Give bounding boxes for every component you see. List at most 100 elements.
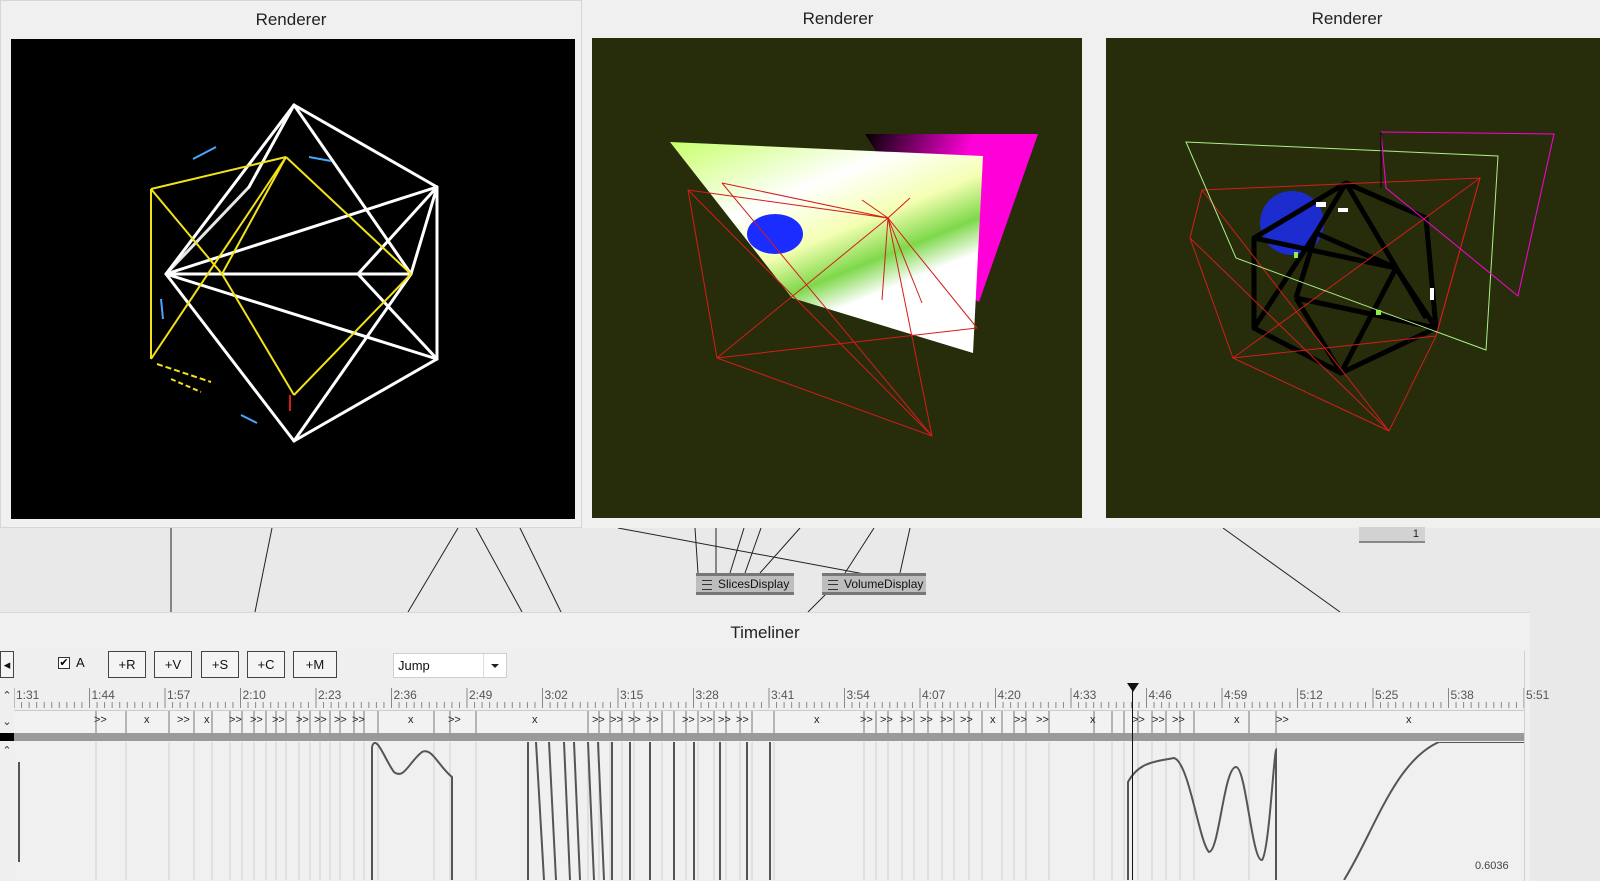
add-ruler-button[interactable]: +R (108, 651, 146, 678)
keyframe-marker[interactable]: >> (1152, 714, 1165, 726)
ruler-label: 2:10 (242, 688, 266, 702)
keyframe-marker[interactable]: >> (718, 714, 731, 726)
iobox-value[interactable]: 1 (1359, 527, 1425, 543)
keyframe-marker[interactable]: >> (592, 714, 605, 726)
ruler-label: 5:25 (1375, 688, 1399, 702)
ruler-ticks (14, 688, 1524, 708)
ruler-label: 4:33 (1073, 688, 1097, 702)
renderer-viewport-1[interactable] (11, 39, 575, 519)
ruler-label: 3:15 (620, 688, 644, 702)
keyframe-marker[interactable]: >> (960, 714, 973, 726)
keyframe-marker[interactable]: >> (1036, 714, 1049, 726)
ruler-label: 4:20 (997, 688, 1021, 702)
track-header-bar[interactable] (0, 733, 1524, 741)
ruler-label: 2:23 (318, 688, 342, 702)
keyframe-marker[interactable]: >> (448, 714, 461, 726)
renderer-window-1[interactable]: Renderer (0, 0, 582, 528)
add-string-button[interactable]: +S (201, 651, 239, 678)
ruler-label: 1:44 (91, 688, 115, 702)
ruler-label: 2:49 (469, 688, 493, 702)
keyframe-marker[interactable]: x (408, 714, 414, 726)
keyframe-marker[interactable]: x (1090, 714, 1096, 726)
keyframe-marker[interactable]: >> (920, 714, 933, 726)
keyframe-marker[interactable]: >> (646, 714, 659, 726)
renderer-viewport-2[interactable] (592, 38, 1082, 518)
renderer-title: Renderer (255, 10, 327, 29)
keyframe-marker[interactable]: x (1406, 714, 1412, 726)
renderer-title: Renderer (1311, 9, 1383, 28)
keyframe-marker[interactable]: >> (700, 714, 713, 726)
node-label: SlicesDisplay (718, 577, 790, 591)
interpolation-value: Jump (398, 658, 430, 673)
keyframe-marker[interactable]: >> (272, 714, 285, 726)
keyframe-marker[interactable]: x (1234, 714, 1240, 726)
keyframe-marker[interactable]: x (814, 714, 820, 726)
keyframe-marker[interactable]: x (990, 714, 996, 726)
keyframe-marker[interactable]: >> (1014, 714, 1027, 726)
keyframe-marker[interactable]: >> (628, 714, 641, 726)
volume-display-node[interactable]: VolumeDisplay (822, 573, 926, 595)
chevron-down-icon (483, 654, 506, 677)
keyframe-marker[interactable]: >> (1276, 714, 1289, 726)
automation-checkbox-label: A (76, 655, 85, 670)
keyframe-marker[interactable]: >> (860, 714, 873, 726)
scroll-down-icon[interactable]: ⌄ (0, 715, 14, 729)
renderer-window-3[interactable]: Renderer (1094, 0, 1600, 528)
ruler-label: 3:41 (771, 688, 795, 702)
keyframe-strip[interactable]: >> x >> x >> >> >> >> >> >> >> x >> x >> >> >> >> >> >> >> >>… (14, 710, 1524, 734)
keyframe-marker[interactable]: >> (229, 714, 242, 726)
node-menu-icon (828, 580, 838, 590)
value-readout: 0.6036 (1475, 860, 1509, 872)
keyframe-marker[interactable]: >> (352, 714, 365, 726)
ruler-label: 4:59 (1224, 688, 1248, 702)
ruler-label: 5:12 (1299, 688, 1323, 702)
ruler-label: 5:38 (1450, 688, 1474, 702)
time-ruler[interactable]: 1:31 1:44 1:57 2:10 2:23 2:36 2:49 3:02 3:15 3:28… (14, 688, 1549, 708)
keyframe-marker[interactable]: >> (1172, 714, 1185, 726)
ruler-label: 2:36 (393, 688, 417, 702)
keyframe-marker[interactable]: >> (1132, 714, 1145, 726)
keyframe-marker[interactable]: >> (250, 714, 263, 726)
renderer-title: Renderer (802, 9, 874, 28)
keyframe-marker[interactable]: >> (610, 714, 623, 726)
keyframe-marker[interactable]: >> (682, 714, 695, 726)
renderer-viewport-3[interactable] (1106, 38, 1600, 518)
ruler-label: 4:07 (922, 688, 946, 702)
playhead[interactable] (1127, 683, 1139, 880)
icosahedron-wireframe (150, 103, 439, 443)
keyframe-marker[interactable]: >> (900, 714, 913, 726)
arrow-left-icon: ◂ (3, 657, 11, 672)
automation-checkbox[interactable]: ✔ (58, 657, 70, 669)
keyframe-marker[interactable]: >> (177, 714, 190, 726)
renderer-window-2[interactable]: Renderer (582, 0, 1094, 528)
ruler-label: 3:02 (544, 688, 568, 702)
keyframe-marker[interactable]: >> (296, 714, 309, 726)
ruler-label: 3:54 (846, 688, 870, 702)
keyframe-marker[interactable]: x (204, 714, 210, 726)
keyframe-marker[interactable]: x (532, 714, 538, 726)
keyframe-marker[interactable]: >> (940, 714, 953, 726)
keyframe-marker[interactable]: >> (314, 714, 327, 726)
ruler-label: 1:31 (16, 688, 40, 702)
interpolation-select[interactable]: Jump (393, 653, 507, 678)
keyframe-marker[interactable]: >> (736, 714, 749, 726)
keyframe-marker[interactable]: >> (334, 714, 347, 726)
node-menu-icon (702, 580, 712, 590)
value-curve (18, 742, 1524, 880)
keyframe-marker[interactable]: >> (880, 714, 893, 726)
collapse-button[interactable]: ◂ (0, 651, 14, 678)
slices-scene (670, 134, 1038, 437)
ruler-label: 4:46 (1148, 688, 1172, 702)
add-color-button[interactable]: +C (247, 651, 285, 678)
add-value-button[interactable]: +V (154, 651, 192, 678)
keyframe-marker[interactable]: >> (94, 714, 107, 726)
value-curve-track[interactable] (14, 742, 1524, 880)
add-midi-button[interactable]: +M (293, 651, 337, 678)
timeliner-title: Timeliner (730, 623, 800, 642)
slices-display-node[interactable]: SlicesDisplay (696, 573, 794, 595)
ruler-label: 3:28 (695, 688, 719, 702)
ruler-label: 5:51 (1526, 688, 1550, 702)
track-scroll-up-icon[interactable]: ⌃ (0, 744, 14, 758)
scroll-up-icon[interactable]: ⌃ (0, 689, 14, 703)
keyframe-marker[interactable]: x (144, 714, 150, 726)
